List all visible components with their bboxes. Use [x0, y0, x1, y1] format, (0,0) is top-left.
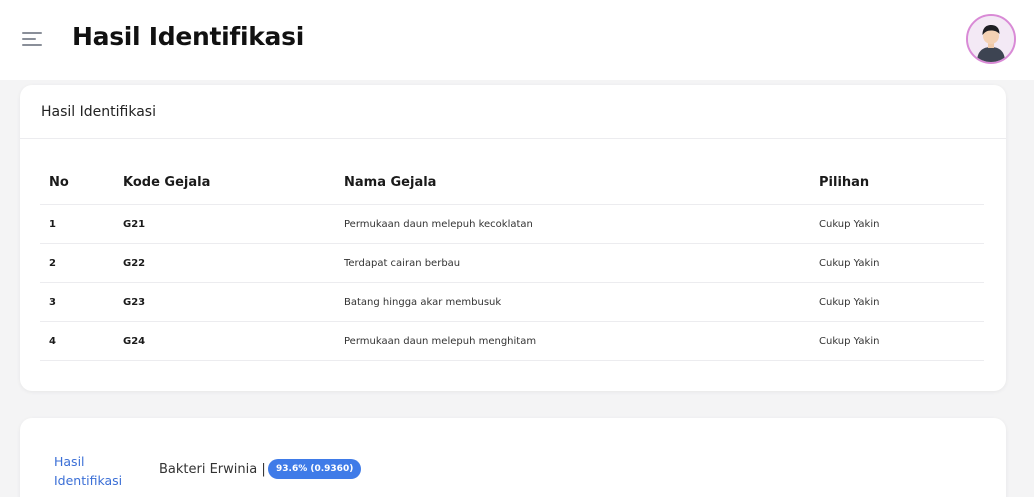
- cell-kode-gejala: G22: [123, 258, 146, 269]
- confidence-badge: 93.6% (0.9360): [268, 459, 362, 479]
- cell-pilihan: Cukup Yakin: [819, 258, 880, 269]
- cell-nama-gejala: Permukaan daun melepuh kecoklatan: [344, 219, 533, 230]
- cell-kode-gejala: G24: [123, 336, 146, 347]
- cell-pilihan: Cukup Yakin: [819, 336, 880, 347]
- cell-pilihan: Cukup Yakin: [819, 219, 880, 230]
- cell-no: 3: [49, 297, 56, 308]
- cell-no: 4: [49, 336, 56, 347]
- column-header-no: No: [49, 175, 69, 190]
- result-card: Hasil Identifikasi Bakteri Erwinia | 93.…: [20, 418, 1006, 497]
- cell-kode-gejala: G21: [123, 219, 146, 230]
- result-disease-name: Bakteri Erwinia |: [159, 462, 266, 477]
- cell-pilihan: Cukup Yakin: [819, 297, 880, 308]
- user-avatar-icon[interactable]: [966, 14, 1016, 64]
- column-header-nama-gejala: Nama Gejala: [344, 175, 437, 190]
- cell-nama-gejala: Terdapat cairan berbau: [344, 258, 461, 269]
- page-title: Hasil Identifikasi: [72, 22, 304, 51]
- cell-no: 2: [49, 258, 56, 269]
- cell-nama-gejala: Permukaan daun melepuh menghitam: [344, 336, 537, 347]
- result-label: Hasil Identifikasi: [54, 454, 123, 488]
- table-row: 2 G22 Terdapat cairan berbau Cukup Yakin: [40, 244, 984, 283]
- table-row: 1 G21 Permukaan daun melepuh kecoklatan …: [40, 205, 984, 244]
- cell-no: 1: [49, 219, 56, 230]
- table-row: 4 G24 Permukaan daun melepuh menghitam C…: [40, 322, 984, 361]
- cell-kode-gejala: G23: [123, 297, 146, 308]
- table-header-row: No Kode Gejala Nama Gejala Pilihan: [40, 165, 984, 205]
- symptoms-table: No Kode Gejala Nama Gejala Pilihan 1 G21…: [40, 165, 984, 361]
- cell-nama-gejala: Batang hingga akar membusuk: [344, 297, 502, 308]
- top-bar: Hasil Identifikasi: [0, 0, 1034, 80]
- hamburger-menu-icon[interactable]: [22, 32, 42, 48]
- table-row: 3 G23 Batang hingga akar membusuk Cukup …: [40, 283, 984, 322]
- table-body: 1 G21 Permukaan daun melepuh kecoklatan …: [40, 205, 984, 361]
- symptoms-card-title: Hasil Identifikasi: [20, 85, 1006, 139]
- column-header-kode-gejala: Kode Gejala: [123, 175, 211, 190]
- column-header-pilihan: Pilihan: [819, 175, 870, 190]
- symptoms-card: Hasil Identifikasi No Kode Gejala Nama G…: [20, 85, 1006, 391]
